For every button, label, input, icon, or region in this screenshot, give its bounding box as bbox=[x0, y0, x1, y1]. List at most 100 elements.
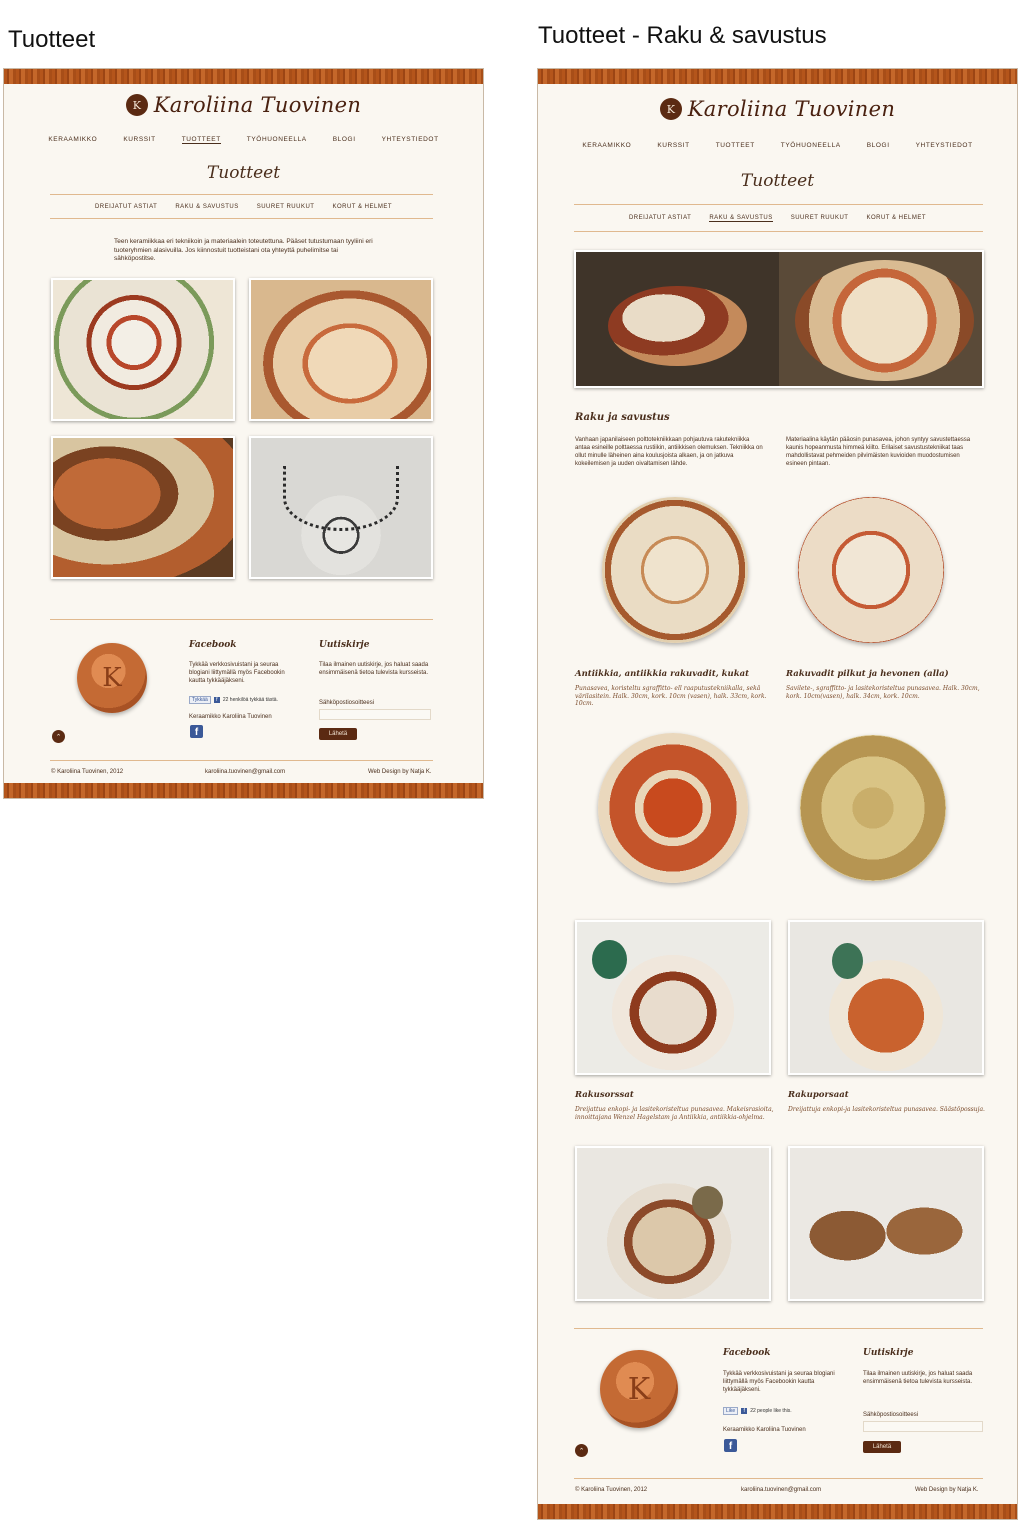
newsletter-text: Tilaa ilmainen uutiskirje, jos haluat sa… bbox=[319, 662, 429, 676]
product-title-2: Rakuvadit pilkut ja hevonen (alla) bbox=[786, 669, 949, 679]
main-nav: KERAAMIKKO KURSSIT TUOTTEET TYÖHUONEELLA… bbox=[4, 136, 483, 144]
send-button[interactable]: Lähetä bbox=[319, 728, 357, 740]
board-title-left: Tuotteet bbox=[8, 26, 96, 53]
product-image-plate-horse[interactable] bbox=[800, 735, 946, 881]
subnav-item-raku[interactable]: RAKU & SAVUSTUS bbox=[175, 204, 238, 210]
facebook-page-name[interactable]: Keraamikko Karoliina Tuovinen bbox=[723, 1426, 806, 1434]
design-credit[interactable]: Web Design by Natja K. bbox=[915, 1487, 979, 1493]
nav-item-tyohuoneella[interactable]: TYÖHUONEELLA bbox=[247, 136, 307, 144]
nav-item-yhteystiedot[interactable]: YHTEYSTIEDOT bbox=[916, 142, 973, 149]
site-logo[interactable]: K Karoliina Tuovinen bbox=[538, 97, 1017, 121]
sub-nav: DREIJATUT ASTIAT RAKU & SAVUSTUS SUURET … bbox=[538, 215, 1017, 222]
bottom-texture-band bbox=[538, 1504, 1017, 1519]
top-texture-band bbox=[538, 69, 1017, 84]
intro-column-2: Materiaalina käytän pääosin punasavea, j… bbox=[786, 437, 971, 467]
divider bbox=[50, 760, 433, 761]
up-arrow-icon[interactable]: ⌃ bbox=[52, 730, 65, 743]
design-credit[interactable]: Web Design by Natja K. bbox=[368, 769, 432, 775]
divider bbox=[50, 194, 433, 195]
nav-item-tyohuoneella[interactable]: TYÖHUONEELLA bbox=[781, 142, 841, 149]
logo-seal-image: K bbox=[600, 1350, 678, 1428]
divider bbox=[574, 1328, 983, 1329]
nav-item-kurssit[interactable]: KURSSIT bbox=[123, 136, 155, 144]
facebook-mini-icon: f bbox=[741, 1408, 748, 1414]
product-image-plate-dots[interactable] bbox=[598, 733, 748, 883]
logo-mark-icon: K bbox=[659, 98, 682, 120]
subnav-item-ruukut[interactable]: SUURET RUUKUT bbox=[791, 215, 849, 222]
subnav-item-ruukut[interactable]: SUURET RUUKUT bbox=[257, 204, 315, 210]
facebook-like-row: Tykkää f 22 henkilöä tykkää tästä. bbox=[189, 696, 278, 704]
nav-item-keraamikko[interactable]: KERAAMIKKO bbox=[48, 136, 97, 144]
divider bbox=[50, 218, 433, 219]
facebook-text: Tykkää verkkosivuistani ja seuraa blogia… bbox=[189, 662, 285, 684]
email-label: Sähköpostiosoitteesi bbox=[863, 1412, 919, 1418]
category-photo-korut[interactable] bbox=[249, 436, 433, 579]
nav-item-blogi[interactable]: BLOGI bbox=[333, 136, 356, 144]
mockup-tuotteet: K Karoliina Tuovinen KERAAMIKKO KURSSIT … bbox=[3, 68, 484, 799]
subnav-item-dreijatut[interactable]: DREIJATUT ASTIAT bbox=[95, 204, 157, 210]
email-input[interactable] bbox=[319, 709, 431, 720]
copyright-text: © Karoliina Tuovinen, 2012 bbox=[51, 769, 124, 775]
product-caption-4: Dreijattuja enkopi-ja lasitekoristeltua … bbox=[788, 1106, 985, 1113]
nav-item-kurssit[interactable]: KURSSIT bbox=[657, 142, 689, 149]
like-button[interactable]: Tykkää bbox=[189, 696, 211, 704]
facebook-icon[interactable]: f bbox=[190, 725, 203, 738]
product-image-duck-1[interactable] bbox=[575, 920, 771, 1075]
section-heading: Raku ja savustus bbox=[575, 412, 670, 423]
category-photo-raku[interactable] bbox=[249, 278, 433, 421]
page-title: Tuotteet bbox=[206, 163, 281, 183]
hero-image bbox=[574, 250, 984, 388]
email-input[interactable] bbox=[863, 1421, 983, 1432]
like-count: 22 henkilöä tykkää tästä. bbox=[222, 697, 278, 703]
product-caption-2: Savilete-, sgraffitto- ja lasitekoristel… bbox=[786, 685, 980, 700]
divider bbox=[574, 1478, 983, 1479]
newsletter-heading: Uutiskirje bbox=[319, 640, 370, 650]
bottom-texture-band bbox=[4, 783, 483, 798]
nav-item-blogi[interactable]: BLOGI bbox=[867, 142, 890, 149]
site-logo[interactable]: K Karoliina Tuovinen bbox=[4, 93, 483, 117]
facebook-page-name[interactable]: Keraamikko Karoliina Tuovinen bbox=[189, 713, 272, 721]
like-button[interactable]: Like bbox=[723, 1407, 739, 1415]
logo-text: Karoliina Tuovinen bbox=[153, 93, 362, 117]
facebook-heading: Facebook bbox=[189, 640, 237, 650]
product-title-3: Rakusorssat bbox=[575, 1090, 634, 1100]
mockup-raku-savustus: K Karoliina Tuovinen KERAAMIKKO KURSSIT … bbox=[537, 68, 1018, 1520]
subnav-item-dreijatut[interactable]: DREIJATUT ASTIAT bbox=[629, 215, 691, 222]
top-texture-band bbox=[4, 69, 483, 84]
page-title: Tuotteet bbox=[740, 171, 815, 191]
nav-item-tuotteet[interactable]: TUOTTEET bbox=[181, 136, 221, 144]
category-photo-dreijatut[interactable] bbox=[51, 278, 235, 421]
send-button[interactable]: Lähetä bbox=[863, 1441, 901, 1453]
facebook-heading: Facebook bbox=[723, 1348, 771, 1358]
facebook-like-row: Like f 22 people like this. bbox=[723, 1407, 792, 1415]
facebook-icon[interactable]: f bbox=[724, 1439, 737, 1452]
product-image-plate-flowers[interactable] bbox=[602, 497, 748, 643]
logo-mark-icon: K bbox=[125, 94, 148, 116]
category-photo-ruukut[interactable] bbox=[51, 436, 235, 579]
intro-column-1: Vanhaan japanilaiseen polttotekniikkaan … bbox=[575, 437, 763, 467]
intro-text: Teen keramiikkaa eri tekniikoin ja mater… bbox=[114, 238, 373, 262]
subnav-item-raku[interactable]: RAKU & SAVUSTUS bbox=[709, 215, 773, 222]
email-label: Sähköpostiosoitteesi bbox=[319, 700, 375, 706]
divider bbox=[50, 619, 433, 620]
footer-email-link[interactable]: karoliina.tuovinen@gmail.com bbox=[741, 1487, 821, 1493]
subnav-item-korut[interactable]: KORUT & HELMET bbox=[332, 204, 392, 210]
copyright-text: © Karoliina Tuovinen, 2012 bbox=[575, 1487, 648, 1493]
nav-item-tuotteet[interactable]: TUOTTEET bbox=[716, 142, 755, 149]
product-title-4: Rakuporsaat bbox=[788, 1090, 849, 1100]
divider bbox=[574, 231, 983, 232]
subnav-item-korut[interactable]: KORUT & HELMET bbox=[866, 215, 926, 222]
product-image-pigs[interactable] bbox=[788, 1146, 984, 1301]
nav-item-yhteystiedot[interactable]: YHTEYSTIEDOT bbox=[382, 136, 439, 144]
product-image-duck-3[interactable] bbox=[575, 1146, 771, 1301]
nav-item-keraamikko[interactable]: KERAAMIKKO bbox=[582, 142, 631, 149]
facebook-mini-icon: f bbox=[213, 697, 220, 703]
main-nav: KERAAMIKKO KURSSIT TUOTTEET TYÖHUONEELLA… bbox=[538, 142, 1017, 149]
footer-email-link[interactable]: karoliina.tuovinen@gmail.com bbox=[205, 769, 285, 775]
product-image-plate-flowers-2[interactable] bbox=[798, 497, 944, 643]
newsletter-heading: Uutiskirje bbox=[863, 1348, 914, 1358]
logo-seal-image: K bbox=[77, 643, 147, 713]
product-image-duck-2[interactable] bbox=[788, 920, 984, 1075]
up-arrow-icon[interactable]: ⌃ bbox=[575, 1444, 588, 1457]
product-title-1: Antiikkia, antiikkia rakuvadit, kukat bbox=[575, 669, 750, 679]
